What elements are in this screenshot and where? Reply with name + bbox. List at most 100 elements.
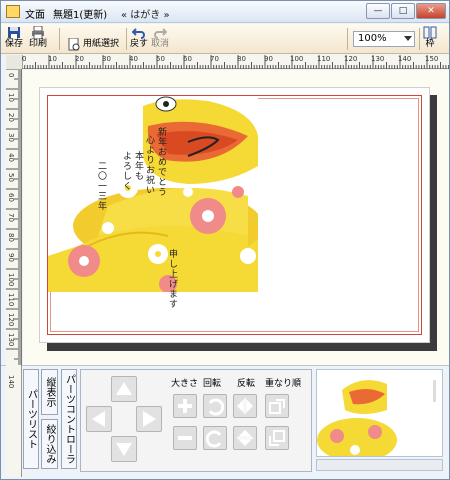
ruler-label: 120 [7, 313, 15, 327]
ruler-label: 0 [7, 73, 15, 78]
maximize-button[interactable]: □ [391, 3, 415, 19]
ruler-label: 110 [7, 293, 15, 307]
greeting-line-1: 新年おめでとう [156, 127, 166, 197]
greeting-line-6: 申し上げます [167, 249, 177, 309]
rotate-label: 回転 [203, 379, 222, 389]
zoom-select[interactable]: 100% [353, 31, 415, 47]
print-button[interactable]: 印刷 [29, 26, 47, 52]
greeting-date: 二〇一三年 [96, 161, 106, 211]
ruler-label: 10 [48, 55, 57, 63]
ruler-label: 120 [344, 55, 358, 63]
arrow-left-icon [92, 411, 105, 427]
toolbar: 保存 印刷 用紙選択 戻す 取消 100% 枠 [1, 24, 449, 54]
ruler-label: 130 [371, 55, 385, 63]
minimize-button[interactable]: — [366, 3, 390, 19]
ruler-label: 110 [317, 55, 331, 63]
ruler-label: 80 [237, 55, 246, 63]
ruler-label: 50 [7, 173, 15, 182]
frame-button[interactable]: 枠 [423, 26, 437, 52]
title-format: « はがき » [121, 10, 170, 21]
flip-horizontal-button[interactable] [233, 394, 257, 418]
filter-button[interactable]: 絞り込み [41, 419, 58, 469]
redo-icon [154, 28, 167, 39]
ruler-label: 40 [129, 55, 138, 63]
greeting-line-3: 本年も [133, 151, 143, 181]
redo-button[interactable]: 取消 [151, 26, 169, 52]
ruler-label: 40 [7, 153, 15, 162]
ruler-label: 130 [7, 333, 15, 347]
parts-list-tab[interactable]: パーツリスト [23, 369, 39, 469]
greeting-line-2: 心よりお祝い [144, 135, 154, 195]
preview-pane[interactable] [316, 369, 443, 462]
bring-forward-button[interactable] [265, 394, 289, 418]
ruler-label: 20 [7, 113, 15, 122]
parts-controller-panel: 大きさ 回転 反転 重なり順 [80, 369, 312, 472]
toolbar-separator [59, 28, 60, 50]
ruler-label: 70 [7, 213, 15, 222]
chevron-down-icon [404, 36, 412, 41]
paper-select-label: 用紙選択 [83, 38, 120, 49]
close-button[interactable]: ✕ [416, 3, 446, 19]
ruler-label: 100 [290, 55, 304, 63]
parts-list-label: パーツリスト [25, 389, 37, 449]
paper-select-button[interactable]: 用紙選択 [67, 31, 119, 57]
ruler-label: 150 [425, 55, 439, 63]
flip-vertical-button[interactable] [233, 426, 257, 450]
arrow-up-icon [116, 382, 132, 395]
ruler-corner [6, 55, 22, 69]
filter-label: 絞り込み [44, 424, 55, 464]
send-backward-button[interactable] [265, 426, 289, 450]
arrow-right-icon [143, 411, 156, 427]
move-down-button[interactable] [111, 436, 137, 462]
ruler-label: 50 [156, 55, 165, 63]
undo-button[interactable]: 戻す [130, 26, 148, 52]
rotate-ccw-icon [208, 398, 225, 416]
flip-vertical-icon [237, 429, 253, 447]
minus-icon [178, 436, 192, 440]
parts-controller-tab[interactable]: パーツコントローラ [61, 369, 77, 469]
minimize-icon: — [373, 6, 383, 16]
rotate-cw-icon [205, 430, 222, 448]
enlarge-button[interactable] [173, 394, 197, 418]
preview-thumbnail [317, 370, 442, 462]
toolbar-separator [419, 28, 420, 50]
flip-label: 反転 [237, 379, 256, 389]
ruler-label: 10 [7, 93, 15, 102]
frame-icon [423, 26, 437, 39]
greeting-line-4: よろしく [121, 151, 131, 191]
ruler-label: 90 [264, 55, 273, 63]
ruler-label: 140 [7, 375, 15, 389]
parts-controller-label: パーツコントローラ [63, 374, 75, 464]
ruler-label: 30 [102, 55, 111, 63]
shrink-button[interactable] [173, 426, 197, 450]
print-label: 印刷 [29, 39, 48, 49]
move-up-button[interactable] [111, 376, 137, 402]
preview-scrollbar[interactable] [316, 459, 443, 471]
ruler-label: 90 [7, 253, 15, 262]
ruler-label: 0 [22, 55, 27, 63]
save-icon [8, 27, 20, 38]
rotate-right-button[interactable] [203, 426, 227, 450]
ruler-label: 70 [210, 55, 219, 63]
save-button[interactable]: 保存 [5, 26, 23, 52]
ruler-label: 100 [7, 273, 15, 287]
send-backward-icon [269, 430, 285, 446]
redo-label: 取消 [151, 39, 170, 49]
ruler-ticks [22, 55, 449, 69]
move-right-button[interactable] [136, 406, 162, 432]
vertical-ruler: 0 10 20 30 40 50 60 70 80 90 100 110 120… [6, 69, 22, 365]
rotate-left-button[interactable] [203, 394, 227, 418]
move-left-button[interactable] [86, 406, 112, 432]
frame-label: 枠 [425, 39, 435, 49]
vertical-display-button[interactable]: 縦表示 [41, 369, 58, 415]
title-doc: 文面 [25, 10, 45, 21]
flip-horizontal-icon [236, 398, 254, 414]
maximize-icon: □ [398, 6, 408, 16]
close-icon: ✕ [427, 6, 435, 16]
plus-icon [178, 399, 192, 413]
ruler-label: 140 [398, 55, 412, 63]
vertical-ruler-lower: 140 [6, 365, 22, 477]
order-label: 重なり順 [265, 379, 302, 389]
save-label: 保存 [5, 39, 24, 49]
ruler-label: 60 [7, 193, 15, 202]
